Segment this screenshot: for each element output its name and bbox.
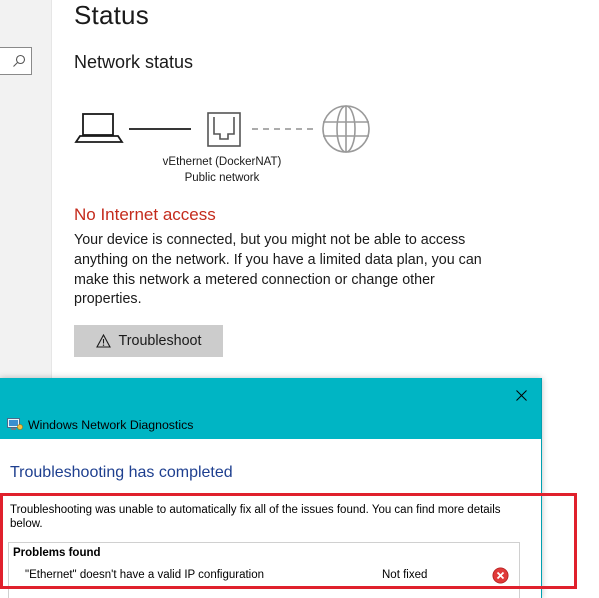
connection-status-heading: No Internet access: [74, 205, 216, 224]
section-title: Network status: [74, 52, 194, 72]
troubleshoot-button-label: Troubleshoot: [118, 333, 202, 349]
troubleshooting-result-message: Troubleshooting was unable to automatica…: [10, 504, 501, 530]
globe-icon: [322, 105, 370, 153]
search-icon: [13, 54, 26, 67]
troubleshoot-button[interactable]: Troubleshoot: [74, 325, 223, 357]
search-box[interactable]: [0, 47, 32, 75]
problems-found-header: Problems found: [13, 547, 101, 559]
error-icon: [492, 567, 509, 584]
dialog-titlebar[interactable]: Windows Network Diagnostics: [0, 378, 541, 439]
troubleshooting-result-heading: Troubleshooting has completed: [10, 464, 233, 481]
problem-description: "Ethernet" doesn't have a valid IP confi…: [25, 569, 265, 581]
dialog-title: Windows Network Diagnostics: [28, 418, 194, 432]
close-icon: [515, 389, 527, 401]
network-diagnostics-icon: [7, 418, 23, 430]
problem-row[interactable]: "Ethernet" doesn't have a valid IP confi…: [9, 565, 519, 587]
problem-status: Not fixed: [382, 569, 428, 581]
network-diagnostics-dialog: Windows Network Diagnostics Troubleshoot…: [0, 378, 542, 598]
warning-icon: [95, 334, 111, 348]
ethernet-port-icon: [207, 112, 241, 147]
adapter-name: vEthernet (DockerNAT): [162, 156, 282, 168]
page-title: Status: [74, 0, 149, 30]
connection-status-description: Your device is connected, but you might …: [74, 232, 482, 308]
dialog-close-button[interactable]: [507, 384, 535, 406]
laptop-icon: [74, 113, 124, 143]
network-type: Public network: [184, 172, 260, 184]
network-status-diagram: [74, 105, 370, 153]
problems-found-panel: Problems found "Ethernet" doesn't have a…: [8, 542, 520, 598]
